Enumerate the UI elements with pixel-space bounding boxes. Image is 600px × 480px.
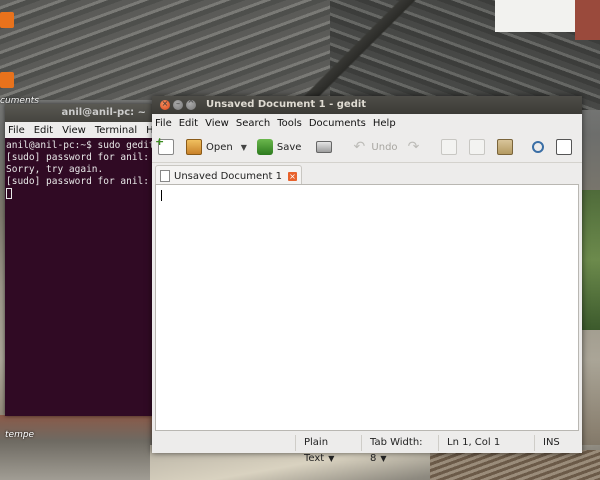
menu-documents[interactable]: Documents	[309, 118, 366, 129]
copy-button[interactable]	[468, 139, 489, 155]
printer-icon	[316, 141, 333, 153]
wallpaper-lower-left	[0, 415, 160, 480]
menu-edit[interactable]: Edit	[179, 118, 198, 129]
terminal-line: [sudo] password for anil:	[6, 152, 149, 163]
open-folder-icon	[186, 139, 202, 155]
window-maximize-button[interactable]: ^	[186, 99, 196, 110]
menu-view[interactable]: View	[205, 118, 229, 129]
terminal-output[interactable]: anil@anil-pc:~$ sudo gedit [sudo] passwor…	[5, 138, 152, 416]
tab-unsaved-document-1[interactable]: Unsaved Document 1 ×	[155, 165, 302, 186]
document-tab-bar: Unsaved Document 1 ×	[152, 163, 582, 186]
save-button[interactable]: Save	[256, 139, 302, 155]
new-document-button[interactable]	[155, 135, 178, 155]
maximize-icon: ^	[187, 99, 195, 108]
terminal-line: [sudo] password for anil:	[6, 176, 149, 187]
language-label: Plain Text	[304, 437, 329, 464]
terminal-cursor	[6, 188, 12, 199]
desktop-folder-icon[interactable]	[0, 12, 14, 28]
paste-button[interactable]	[496, 139, 517, 155]
tab-width-selector[interactable]: Tab Width: 8 ▼	[361, 435, 438, 464]
gedit-title: Unsaved Document 1 - gedit	[206, 99, 367, 110]
replace-button[interactable]	[555, 139, 576, 155]
terminal-menu-view[interactable]: View	[62, 125, 86, 136]
terminal-menu-terminal[interactable]: Terminal	[95, 125, 137, 136]
text-editor-area[interactable]	[155, 184, 579, 431]
magnifier-icon	[531, 141, 544, 153]
clipboard-icon	[496, 139, 513, 155]
save-label: Save	[276, 141, 302, 153]
terminal-menu-edit[interactable]: Edit	[34, 125, 53, 136]
wallpaper-sky	[495, 0, 575, 32]
undo-button[interactable]: ↶ Undo	[351, 139, 398, 155]
text-cursor	[161, 190, 162, 201]
minimize-icon: –	[176, 99, 180, 108]
menu-search[interactable]: Search	[236, 118, 270, 129]
print-button[interactable]	[316, 141, 336, 153]
desktop-folder-icon[interactable]	[0, 72, 14, 88]
terminal-menu-file[interactable]: File	[8, 125, 25, 136]
menu-tools[interactable]: Tools	[277, 118, 302, 129]
tab-label: Unsaved Document 1	[174, 170, 282, 182]
terminal-menubar: File Edit View Terminal Help	[5, 122, 169, 138]
desktop-icon-label[interactable]: tempe	[5, 430, 34, 440]
cursor-position: Ln 1, Col 1	[438, 435, 534, 451]
window-close-button[interactable]: ×	[160, 99, 170, 110]
redo-icon: ↷	[407, 139, 420, 155]
gedit-menubar: File Edit View Search Tools Documents He…	[152, 114, 582, 132]
gedit-window[interactable]: × – ^ Unsaved Document 1 - gedit File Ed…	[152, 96, 582, 464]
new-document-icon	[155, 135, 174, 155]
terminal-line: anil@anil-pc:~$ sudo gedit	[6, 140, 152, 151]
wallpaper-roof-ridge	[300, 0, 420, 100]
wallpaper-greenery	[580, 190, 600, 330]
close-icon: ×	[161, 99, 169, 108]
undo-label: Undo	[371, 141, 398, 153]
save-icon	[256, 139, 273, 155]
status-bar: Plain Text ▼ Tab Width: 8 ▼ Ln 1, Col 1 IN…	[152, 433, 582, 464]
gedit-toolbar: Open ▼ Save ↶ Undo ↷	[152, 132, 582, 163]
copy-icon	[468, 139, 485, 155]
cut-button[interactable]	[440, 139, 461, 155]
terminal-window[interactable]: anil@anil-pc: ~ File Edit View Terminal …	[5, 104, 169, 416]
chevron-down-icon: ▼	[328, 454, 335, 463]
terminal-title: anil@anil-pc: ~	[61, 107, 146, 118]
gedit-title-bar[interactable]: × – ^ Unsaved Document 1 - gedit	[152, 96, 582, 114]
document-icon	[160, 170, 170, 182]
insert-mode: INS	[534, 435, 574, 451]
wallpaper-rails	[430, 450, 600, 480]
open-label: Open	[206, 141, 233, 153]
open-button[interactable]: Open	[186, 139, 233, 155]
terminal-line: Sorry, try again.	[6, 164, 104, 175]
tab-close-icon[interactable]: ×	[287, 171, 297, 181]
redo-button[interactable]: ↷	[406, 139, 426, 155]
terminal-title-bar[interactable]: anil@anil-pc: ~	[5, 104, 152, 122]
chevron-down-icon: ▼	[380, 454, 387, 463]
language-selector[interactable]: Plain Text ▼	[295, 435, 361, 464]
menu-help[interactable]: Help	[373, 118, 396, 129]
window-minimize-button[interactable]: –	[173, 99, 183, 110]
scissors-icon	[440, 139, 457, 155]
menu-file[interactable]: File	[155, 118, 172, 129]
wallpaper-chimney	[575, 0, 600, 40]
find-button[interactable]	[531, 141, 548, 153]
undo-icon: ↶	[353, 139, 366, 155]
open-recent-dropdown[interactable]: ▼	[241, 143, 247, 152]
find-replace-icon	[555, 139, 572, 155]
